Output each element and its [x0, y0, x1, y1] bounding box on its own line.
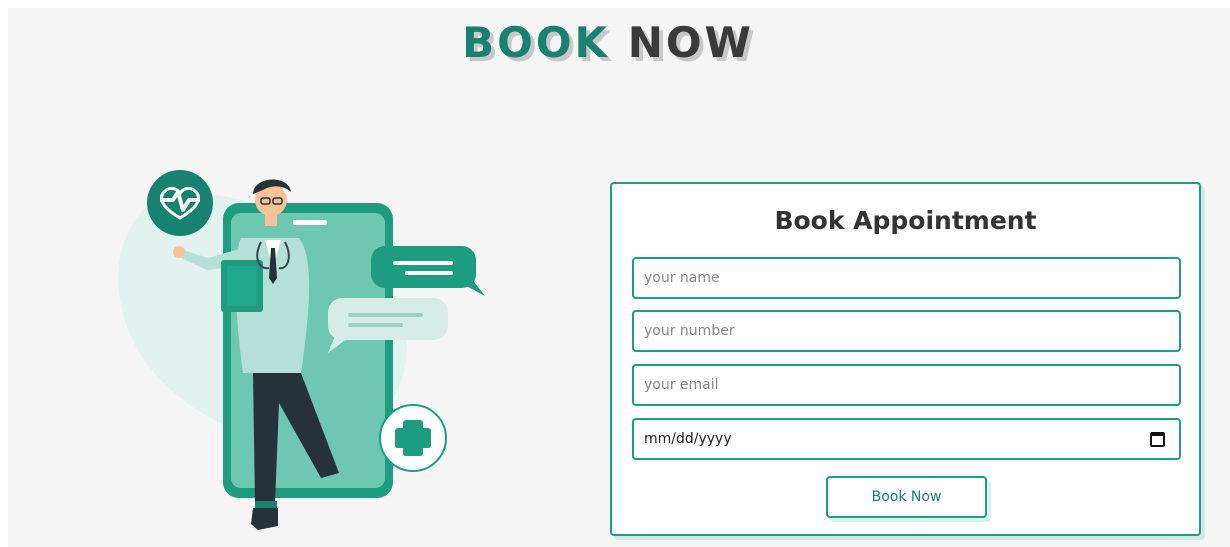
doctor-illustration: [118, 170, 485, 530]
plus-icon: [379, 404, 447, 472]
number-input[interactable]: your number: [632, 310, 1181, 352]
date-input[interactable]: mm/dd/yyyy: [632, 418, 1181, 460]
booking-section: BOOK NOW Book Appointment your name your…: [8, 8, 1230, 547]
number-placeholder: your number: [644, 323, 735, 339]
email-input[interactable]: your email: [632, 364, 1181, 406]
name-input[interactable]: your name: [632, 257, 1181, 299]
book-now-button[interactable]: Book Now: [826, 476, 987, 518]
heading-rest: NOW: [627, 18, 754, 67]
email-placeholder: your email: [644, 377, 719, 393]
appointment-form: Book Appointment your name your number y…: [610, 182, 1201, 536]
date-placeholder: mm/dd/yyyy: [644, 431, 732, 447]
heading-accent: BOOK: [462, 18, 611, 67]
calendar-icon[interactable]: [1150, 431, 1165, 447]
section-heading: BOOK NOW: [8, 22, 1208, 64]
name-placeholder: your name: [644, 270, 720, 286]
form-title: Book Appointment: [774, 206, 1037, 235]
heart-pulse-icon: [147, 170, 213, 236]
